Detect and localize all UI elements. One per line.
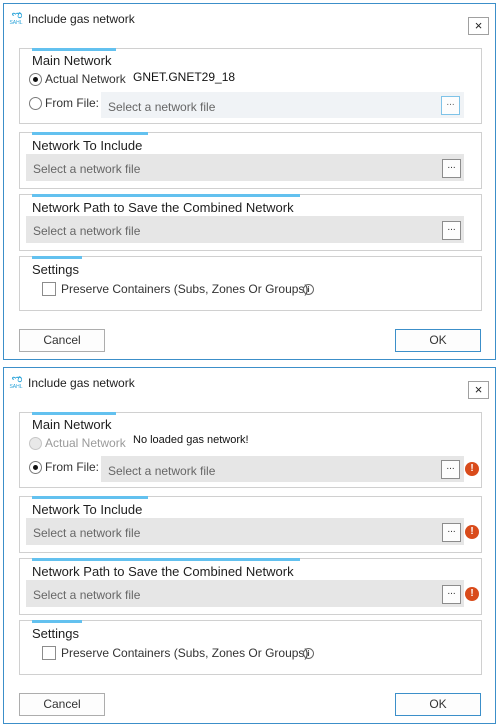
preserve-containers-label: Preserve Containers (Subs, Zones Or Grou… xyxy=(61,282,309,296)
app-icon-text: SAHL xyxy=(9,384,23,390)
include-gas-network-dialog-valid: ಌ SAHL Include gas network × Main Networ… xyxy=(3,3,496,360)
dialog-title: Include gas network xyxy=(28,12,135,26)
network-to-include-heading: Network To Include xyxy=(32,138,143,153)
group-accent xyxy=(32,620,82,623)
save-path-field[interactable]: Select a network file xyxy=(26,216,464,243)
network-to-include-heading: Network To Include xyxy=(32,502,143,517)
dialog-title: Include gas network xyxy=(28,376,135,390)
save-path-group: Network Path to Save the Combined Networ… xyxy=(19,194,482,251)
save-path-browse-button[interactable]: ... xyxy=(442,585,461,604)
preserve-containers-checkbox[interactable] xyxy=(42,646,56,660)
group-accent xyxy=(32,48,116,51)
main-network-browse-button[interactable]: ... xyxy=(441,460,460,479)
group-accent xyxy=(32,496,148,499)
group-accent xyxy=(32,132,148,135)
error-icon: ! xyxy=(465,462,479,476)
info-icon[interactable]: i xyxy=(303,284,314,295)
include-browse-button[interactable]: ... xyxy=(442,523,461,542)
save-path-group: Network Path to Save the Combined Networ… xyxy=(19,558,482,615)
settings-heading: Settings xyxy=(32,262,79,277)
group-accent xyxy=(32,256,82,259)
settings-group: Settings Preserve Containers (Subs, Zone… xyxy=(19,256,482,311)
error-icon: ! xyxy=(465,587,479,601)
group-accent xyxy=(32,412,116,415)
from-file-label: From File: xyxy=(45,460,99,474)
app-icon-text: SAHL xyxy=(9,20,23,26)
settings-heading: Settings xyxy=(32,626,79,641)
preserve-containers-label: Preserve Containers (Subs, Zones Or Grou… xyxy=(61,646,309,660)
from-file-radio[interactable] xyxy=(29,97,42,110)
error-icon: ! xyxy=(465,525,479,539)
app-icon: ಌ SAHL xyxy=(9,9,23,26)
info-icon[interactable]: i xyxy=(303,648,314,659)
close-button[interactable]: × xyxy=(468,381,489,399)
include-gas-network-dialog-error: ಌ SAHL Include gas network × Main Networ… xyxy=(3,367,496,724)
main-network-file-field[interactable]: Select a network file xyxy=(101,456,464,482)
save-path-browse-button[interactable]: ... xyxy=(442,221,461,240)
file-field-placeholder: Select a network file xyxy=(108,100,216,114)
group-accent xyxy=(32,194,300,197)
actual-network-label: Actual Network xyxy=(45,72,126,86)
main-network-heading: Main Network xyxy=(32,53,112,68)
from-file-radio[interactable] xyxy=(29,461,42,474)
include-file-field[interactable]: Select a network file xyxy=(26,154,464,181)
network-to-include-group: Network To Include Select a network file… xyxy=(19,132,482,189)
actual-network-radio[interactable] xyxy=(29,437,42,450)
include-file-placeholder: Select a network file xyxy=(33,526,141,540)
ok-button[interactable]: OK xyxy=(395,329,481,352)
include-browse-button[interactable]: ... xyxy=(442,159,461,178)
close-button[interactable]: × xyxy=(468,17,489,35)
group-accent xyxy=(32,558,300,561)
save-path-placeholder: Select a network file xyxy=(33,224,141,238)
ok-button[interactable]: OK xyxy=(395,693,481,716)
save-path-field[interactable]: Select a network file xyxy=(26,580,464,607)
main-network-file-field[interactable]: Select a network file xyxy=(101,92,464,118)
main-network-browse-button[interactable]: ... xyxy=(441,96,460,115)
actual-network-label: Actual Network xyxy=(45,436,126,450)
actual-network-value: GNET.GNET29_18 xyxy=(133,70,236,84)
include-file-placeholder: Select a network file xyxy=(33,162,141,176)
actual-network-radio[interactable] xyxy=(29,73,42,86)
cancel-button[interactable]: Cancel xyxy=(19,693,105,716)
no-network-message: No loaded gas network! xyxy=(133,434,249,446)
file-field-placeholder: Select a network file xyxy=(108,464,216,478)
cancel-button[interactable]: Cancel xyxy=(19,329,105,352)
settings-group: Settings Preserve Containers (Subs, Zone… xyxy=(19,620,482,675)
save-path-heading: Network Path to Save the Combined Networ… xyxy=(32,200,294,215)
title-bar: ಌ SAHL Include gas network × xyxy=(4,4,495,36)
title-bar: ಌ SAHL Include gas network × xyxy=(4,368,495,400)
save-path-placeholder: Select a network file xyxy=(33,588,141,602)
include-file-field[interactable]: Select a network file xyxy=(26,518,464,545)
main-network-group: Main Network Actual Network No loaded ga… xyxy=(19,412,482,488)
main-network-heading: Main Network xyxy=(32,417,112,432)
main-network-group: Main Network Actual Network GNET.GNET29_… xyxy=(19,48,482,124)
network-to-include-group: Network To Include Select a network file… xyxy=(19,496,482,553)
app-icon: ಌ SAHL xyxy=(9,373,23,390)
save-path-heading: Network Path to Save the Combined Networ… xyxy=(32,564,294,579)
from-file-label: From File: xyxy=(45,96,99,110)
preserve-containers-checkbox[interactable] xyxy=(42,282,56,296)
